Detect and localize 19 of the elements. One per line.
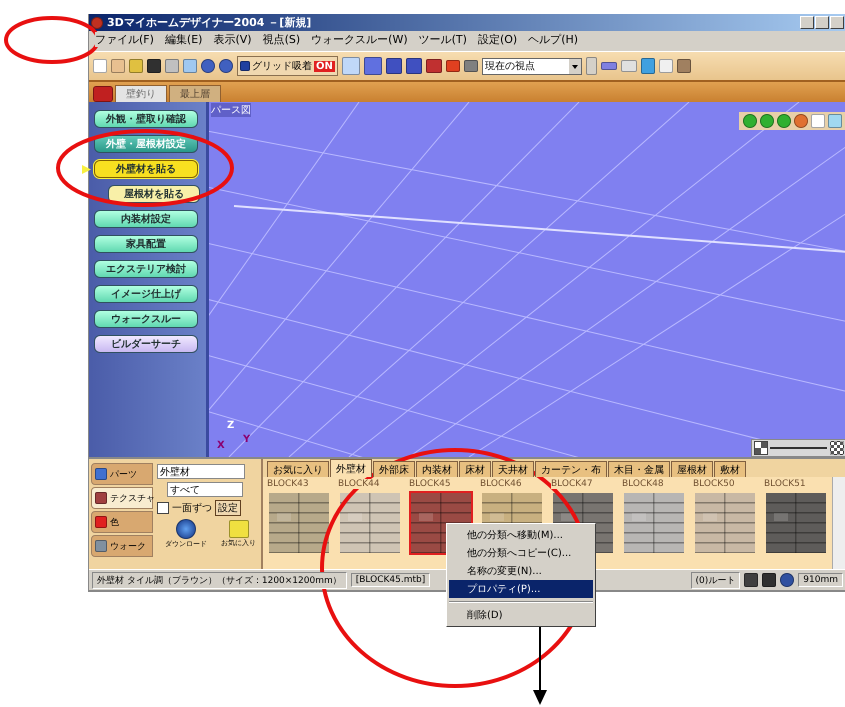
axis-label: Z [227, 420, 234, 431]
material-name: BLOCK44 [338, 479, 380, 489]
material-name: BLOCK50 [693, 479, 735, 489]
material-name: BLOCK51 [764, 479, 806, 489]
window-title: 3Dマイホームデザイナー2004 －[新規] [107, 15, 312, 30]
material-name: BLOCK43 [267, 479, 309, 489]
status-text: 910mm [798, 573, 843, 587]
status-text: 外壁材 タイル調（ブラウン）（サイズ：1200×1200mm） [92, 572, 347, 588]
status-text: [BLOCK45.mtb] [350, 573, 430, 587]
checkbox-label: 一面ずつ [172, 502, 212, 515]
material-name: BLOCK46 [480, 479, 522, 489]
axis-label: Y [243, 434, 250, 445]
view-label: パース図 [211, 103, 251, 117]
status-text: (0)ルート [690, 572, 740, 588]
material-name: BLOCK47 [551, 479, 593, 489]
axis-label: X [217, 440, 225, 451]
material-name: BLOCK48 [622, 479, 664, 489]
snap-status: ON [314, 60, 335, 72]
material-name: BLOCK45 [409, 479, 451, 489]
